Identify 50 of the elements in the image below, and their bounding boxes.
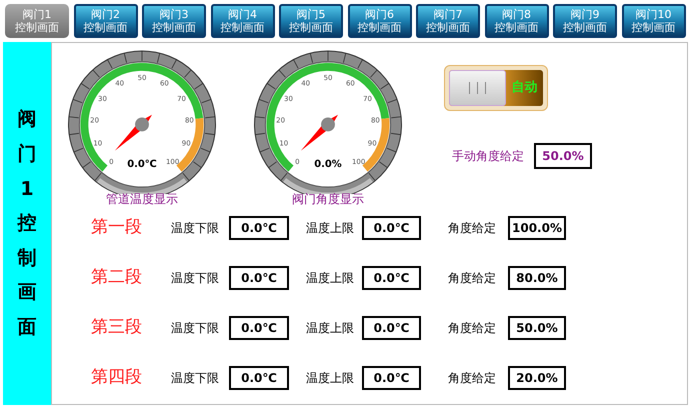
screen-tab[interactable]: 阀门1 控制画面 [5,4,69,38]
gauge-reading: 0.0% [314,159,342,170]
sidebar-title: 阀门1控制画面 [18,107,36,340]
gauge-caption: 阀门角度显示 [292,191,364,208]
field-label: 角度给定 [448,270,497,287]
segment-label: 第一段 [91,216,143,240]
gauge-needle [114,114,152,151]
angle-field[interactable]: 100.0% [508,216,566,240]
field-label: 温度上限 [306,270,355,287]
field-label: 温度上限 [306,370,355,387]
screen-tab[interactable]: 阀门3 控制画面 [142,4,206,38]
low-temp-field[interactable]: 0.0℃ [229,366,289,390]
screen-tab[interactable]: 阀门5 控制画面 [279,4,343,38]
segment-label: 第四段 [91,366,143,390]
screen-tab[interactable]: 阀门9 控制画面 [553,4,617,38]
manual-angle-field[interactable]: 50.0% [534,143,592,169]
segment-label: 第三段 [91,316,143,340]
manual-angle-label: 手动角度给定 [452,148,524,165]
low-temp-field[interactable]: 0.0℃ [229,316,289,340]
screen-tab[interactable]: 阀门7 控制画面 [416,4,480,38]
field-label: 温度下限 [171,320,220,337]
angle-field[interactable]: 20.0% [508,366,566,390]
field-label: 温度上限 [306,320,355,337]
high-temp-field[interactable]: 0.0℃ [362,266,421,290]
gauge-reading: 0.0℃ [127,159,157,170]
angle-field[interactable]: 80.0% [508,266,566,290]
screen-tab[interactable]: 阀门8 控制画面 [484,4,548,38]
field-label: 温度下限 [171,270,220,287]
high-temp-field[interactable]: 0.0℃ [362,366,421,390]
field-label: 温度下限 [171,370,220,387]
screen-tab[interactable]: 阀门10 控制画面 [622,4,686,38]
low-temp-field[interactable]: 0.0℃ [229,216,289,240]
gauge-needle [300,114,338,151]
angle-field[interactable]: 50.0% [508,316,566,340]
high-temp-field[interactable]: 0.0℃ [362,316,421,340]
field-label: 温度下限 [171,220,220,237]
screen-tab[interactable]: 阀门2 控制画面 [74,4,138,38]
low-temp-field[interactable]: 0.0℃ [229,266,289,290]
field-label: 角度给定 [448,320,497,337]
mode-label: 自动 [510,79,538,98]
segment-label: 第二段 [91,266,143,290]
field-label: 温度上限 [306,220,355,237]
gauge-caption: 管道温度显示 [106,191,178,208]
mode-toggle[interactable]: 自动 [444,65,548,111]
screen-tab[interactable]: 阀门4 控制画面 [210,4,274,38]
screen-tab[interactable]: 阀门6 控制画面 [348,4,412,38]
high-temp-field[interactable]: 0.0℃ [362,216,421,240]
field-label: 角度给定 [448,220,497,237]
field-label: 角度给定 [448,370,497,387]
toggle-thumb[interactable] [449,70,506,106]
